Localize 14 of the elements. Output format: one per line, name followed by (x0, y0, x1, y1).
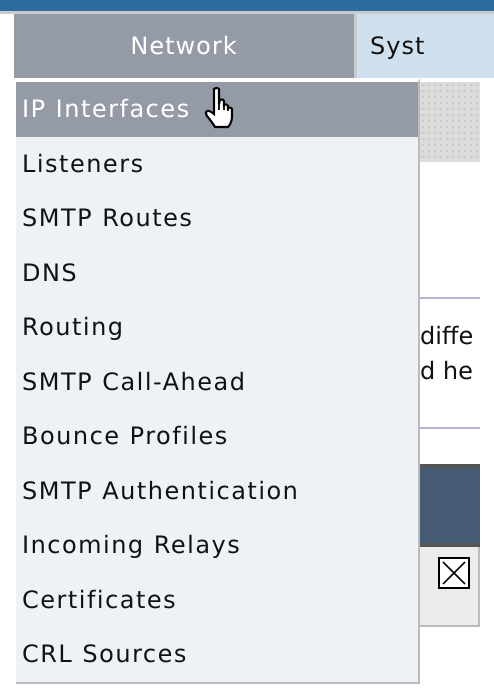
menu-item[interactable]: SMTP Authentication (16, 464, 418, 518)
menu-item[interactable]: SMTP Routes (16, 191, 418, 246)
menu-item[interactable]: Incoming Relays (16, 518, 418, 572)
checkbox[interactable] (438, 557, 470, 589)
description-text: diffe (420, 321, 474, 352)
menu-item[interactable]: Listeners (16, 136, 418, 191)
menu-item[interactable]: Bounce Profiles (16, 409, 418, 464)
nav-tab[interactable]: Syst (357, 14, 494, 78)
menu-item[interactable]: SMTP Call-Ahead (16, 354, 418, 409)
description-text: d he (420, 356, 474, 387)
menu-item[interactable]: Routing (16, 300, 418, 354)
menu-item[interactable]: DNS (16, 246, 418, 300)
menu-item[interactable]: CRL Sources (16, 627, 418, 682)
menu-item[interactable]: Certificates (16, 572, 418, 627)
